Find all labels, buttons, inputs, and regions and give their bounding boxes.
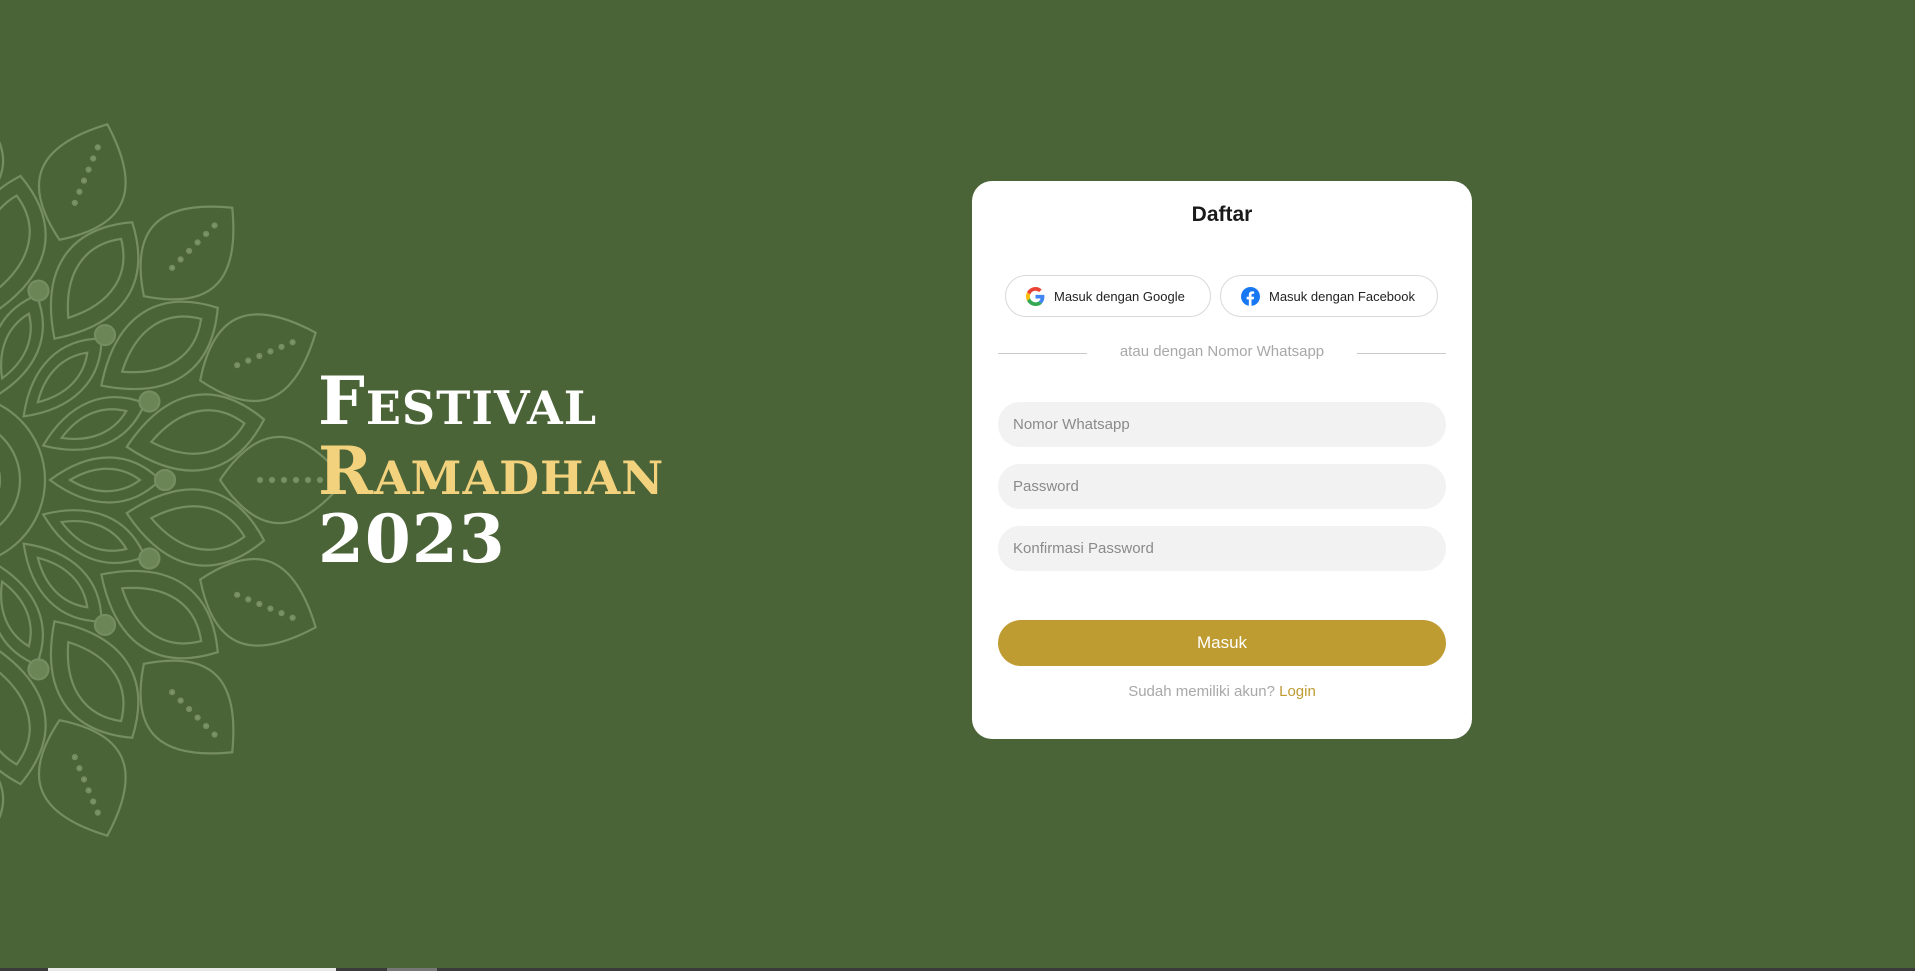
password-input[interactable]: [998, 464, 1446, 509]
facebook-login-label: Masuk dengan Facebook: [1269, 288, 1415, 304]
divider-text: atau dengan Nomor Whatsapp: [1119, 343, 1325, 360]
confirm-password-input[interactable]: [998, 526, 1446, 571]
google-login-label: Masuk dengan Google: [1054, 288, 1185, 304]
login-link[interactable]: Login: [1279, 683, 1316, 700]
hero-title: Festival Ramadhan 2023: [318, 368, 664, 576]
whatsapp-number-input[interactable]: [998, 402, 1446, 447]
login-prompt-text: Sudah memiliki akun?: [1128, 683, 1275, 700]
hero-title-year: 2023: [318, 500, 506, 578]
hero-title-line1: Festival: [318, 362, 598, 440]
google-icon: [1026, 286, 1045, 306]
page: Festival Ramadhan 2023 Daftar Masuk deng…: [0, 0, 1915, 971]
submit-button[interactable]: Masuk: [998, 620, 1446, 666]
google-login-button[interactable]: Masuk dengan Google: [1005, 275, 1211, 317]
facebook-icon: [1241, 286, 1260, 306]
facebook-login-button[interactable]: Masuk dengan Facebook: [1220, 275, 1438, 317]
register-card: Daftar Masuk dengan Google Masuk dengan …: [972, 181, 1472, 739]
mandala-decoration: [0, 122, 340, 838]
card-title: Daftar: [1191, 203, 1253, 226]
hero-title-line2: Ramadhan: [318, 432, 665, 510]
login-prompt: Sudah memiliki akun? Login: [972, 683, 1472, 700]
or-divider: atau dengan Nomor Whatsapp: [998, 342, 1446, 362]
social-login-row: Masuk dengan Google Masuk dengan Faceboo…: [1005, 275, 1438, 317]
divider-line-right: [1357, 353, 1446, 354]
